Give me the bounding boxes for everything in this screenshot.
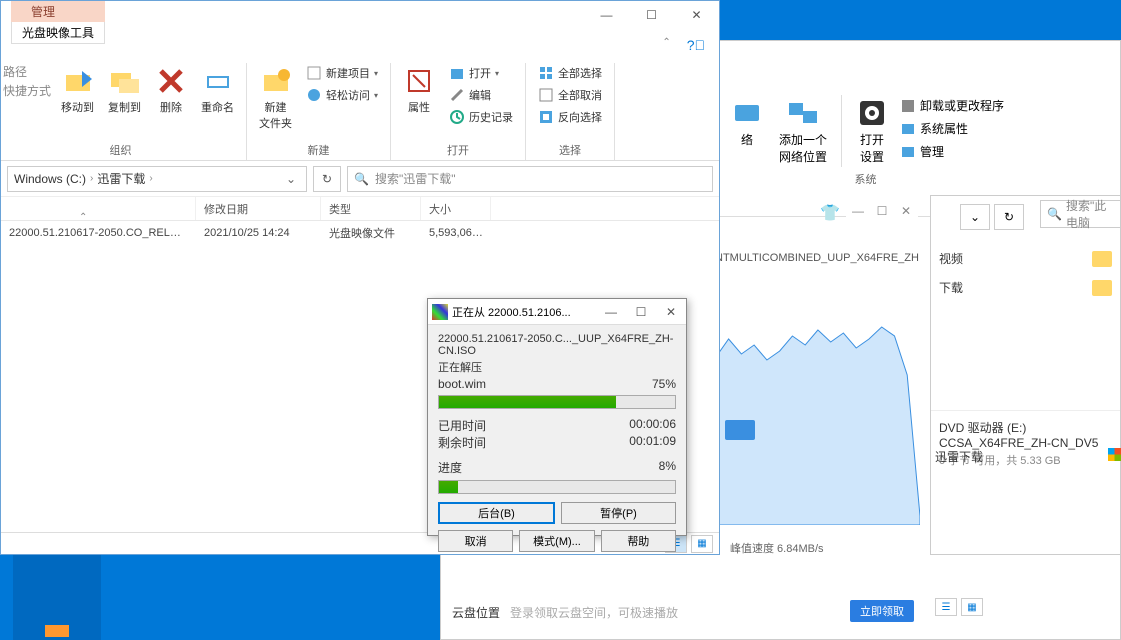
cloud-location-row: 云盘位置 登录领取云盘空间，可极速播放 [452,604,678,621]
ribbon: 路径 快捷方式 移动到 复制到 删除 重命名 [1,57,719,161]
search-icon: 🔍 [354,172,369,186]
file-progress-bar [438,395,676,409]
details-view-btn[interactable]: ☰ [935,598,957,616]
system-properties-btn[interactable]: 系统属性 [898,118,1006,139]
search-this-pc[interactable]: 🔍 搜索"此电脑 [1040,200,1121,228]
ribbon-collapse-icon[interactable]: ⌃ [656,33,676,57]
maximize-btn[interactable]: ☐ [629,1,674,29]
chevron-right-icon[interactable]: › [90,173,93,184]
copy-to-btn[interactable]: 复制到 [104,63,145,117]
help-icon[interactable]: ?⃝ [679,33,713,57]
col-date[interactable]: 修改日期 [196,197,321,220]
context-tab-disc-image[interactable]: 光盘映像工具 [11,22,105,44]
dvd-drive-item[interactable]: DVD 驱动器 (E:) CCSA_X64FRE_ZH-CN_DV5 0 字节 … [931,410,1120,476]
close-btn[interactable]: ✕ [674,1,719,29]
peak-speed-label: 峰值速度 6.84MB/s [730,540,824,556]
cloud-claim-btn[interactable]: 立即领取 [850,600,914,622]
titlebar: 管理 光盘映像工具 — ☐ ✕ [1,1,719,33]
taskbar-app-icon[interactable] [45,625,69,637]
chevron-right-icon[interactable]: › [149,173,152,184]
open-btn[interactable]: 打开▾ [445,63,517,83]
total-percent: 8% [659,459,676,476]
mode-btn[interactable]: 模式(M)... [519,530,594,552]
cancel-btn[interactable]: 取消 [438,530,513,552]
edit-btn[interactable]: 编辑 [445,85,517,105]
total-progress-bar [438,480,676,494]
extraction-dialog: 正在从 22000.51.2106... — ☐ ✕ 22000.51.2106… [427,298,687,536]
open-settings-btn[interactable]: 打开 设置 [850,95,894,167]
refresh-btn[interactable]: ↻ [313,166,341,192]
path-box[interactable]: Windows (C:) › 迅雷下载 › ⌄ [7,166,307,192]
minimize-btn[interactable]: — [846,200,870,222]
sidebar-downloads[interactable]: 下载 [939,273,1112,302]
network-btn[interactable]: 络 [725,95,769,167]
large-icons-view-btn[interactable]: ▦ [691,535,713,553]
chart-marker [725,420,755,440]
elapsed-time: 00:00:06 [629,417,676,434]
folder-icon [1092,280,1112,296]
view-mode-buttons: ☰ ▦ [935,598,983,616]
col-name[interactable] [1,197,196,220]
tshirt-icon[interactable]: 👕 [820,203,840,223]
path-dropdown[interactable]: ⌄ [960,204,990,230]
system-group-label: 系统 [725,167,1006,187]
uninstall-programs-btn[interactable]: 卸载或更改程序 [898,95,1006,116]
new-folder-btn[interactable]: 新建 文件夹 [255,63,296,133]
manage-btn[interactable]: 管理 [898,141,1006,162]
context-tab-manage[interactable]: 管理 [11,1,105,22]
archive-name: 22000.51.210617-2050.C..._UUP_X64FRE_ZH-… [438,333,676,357]
icons-view-btn[interactable]: ▦ [961,598,983,616]
background-btn[interactable]: 后台(B) [438,502,555,524]
history-btn[interactable]: 历史记录 [445,107,517,127]
minimize-btn[interactable]: — [584,1,629,29]
select-none-btn[interactable]: 全部取消 [534,85,606,105]
new-item-btn[interactable]: 新建项目▾ [302,63,382,83]
small-window-controls: — ☐ ✕ [846,200,918,222]
windows-logo-icon [1108,448,1121,461]
path-dropdown-icon[interactable]: ⌄ [282,172,300,186]
delete-btn[interactable]: 删除 [151,63,191,117]
close-btn[interactable]: ✕ [894,200,918,222]
maximize-btn[interactable]: ☐ [626,300,656,324]
invert-selection-btn[interactable]: 反向选择 [534,107,606,127]
pause-btn[interactable]: 暂停(P) [561,502,676,524]
add-network-location-btn[interactable]: 添加一个 网络位置 [773,95,833,167]
col-size[interactable]: 大小 [421,197,491,220]
current-file: boot.wim [438,377,486,391]
search-icon: 🔍 [1047,207,1062,221]
file-row[interactable]: 22000.51.210617-2050.CO_RELEASE_... 2021… [1,221,719,245]
properties-btn[interactable]: 属性 [399,63,439,117]
address-bar: Windows (C:) › 迅雷下载 › ⌄ ↻ 🔍 搜索"迅雷下载" [1,161,719,197]
minimize-btn[interactable]: — [596,300,626,324]
easy-access-btn[interactable]: 轻松访问▾ [302,85,382,105]
search-box[interactable]: 🔍 搜索"迅雷下载" [347,166,713,192]
nav-collapse-icon[interactable]: ⌃ [79,212,87,223]
status-text: 正在解压 [438,359,676,375]
rename-btn[interactable]: 重命名 [197,63,238,117]
move-to-btn[interactable]: 移动到 [57,63,98,117]
maximize-btn[interactable]: ☐ [870,200,894,222]
close-btn[interactable]: ✕ [656,300,686,324]
archive-icon [432,304,448,320]
col-type[interactable]: 类型 [321,197,421,220]
file-percent: 75% [652,377,676,391]
xunlei-download-label[interactable]: 迅雷下载 [935,448,983,465]
folder-icon [1092,251,1112,267]
sidebar-videos[interactable]: 视频 [939,244,1112,273]
help-btn[interactable]: 帮助 [601,530,676,552]
background-filename: NTMULTICOMBINED_UUP_X64FRE_ZH [715,252,919,264]
refresh-btn[interactable]: ↻ [994,204,1024,230]
dialog-titlebar[interactable]: 正在从 22000.51.2106... — ☐ ✕ [428,299,686,325]
remaining-time: 00:01:09 [629,434,676,451]
select-all-btn[interactable]: 全部选择 [534,63,606,83]
quick-access-window: 视频 下载 DVD 驱动器 (E:) CCSA_X64FRE_ZH-CN_DV5… [930,195,1121,555]
